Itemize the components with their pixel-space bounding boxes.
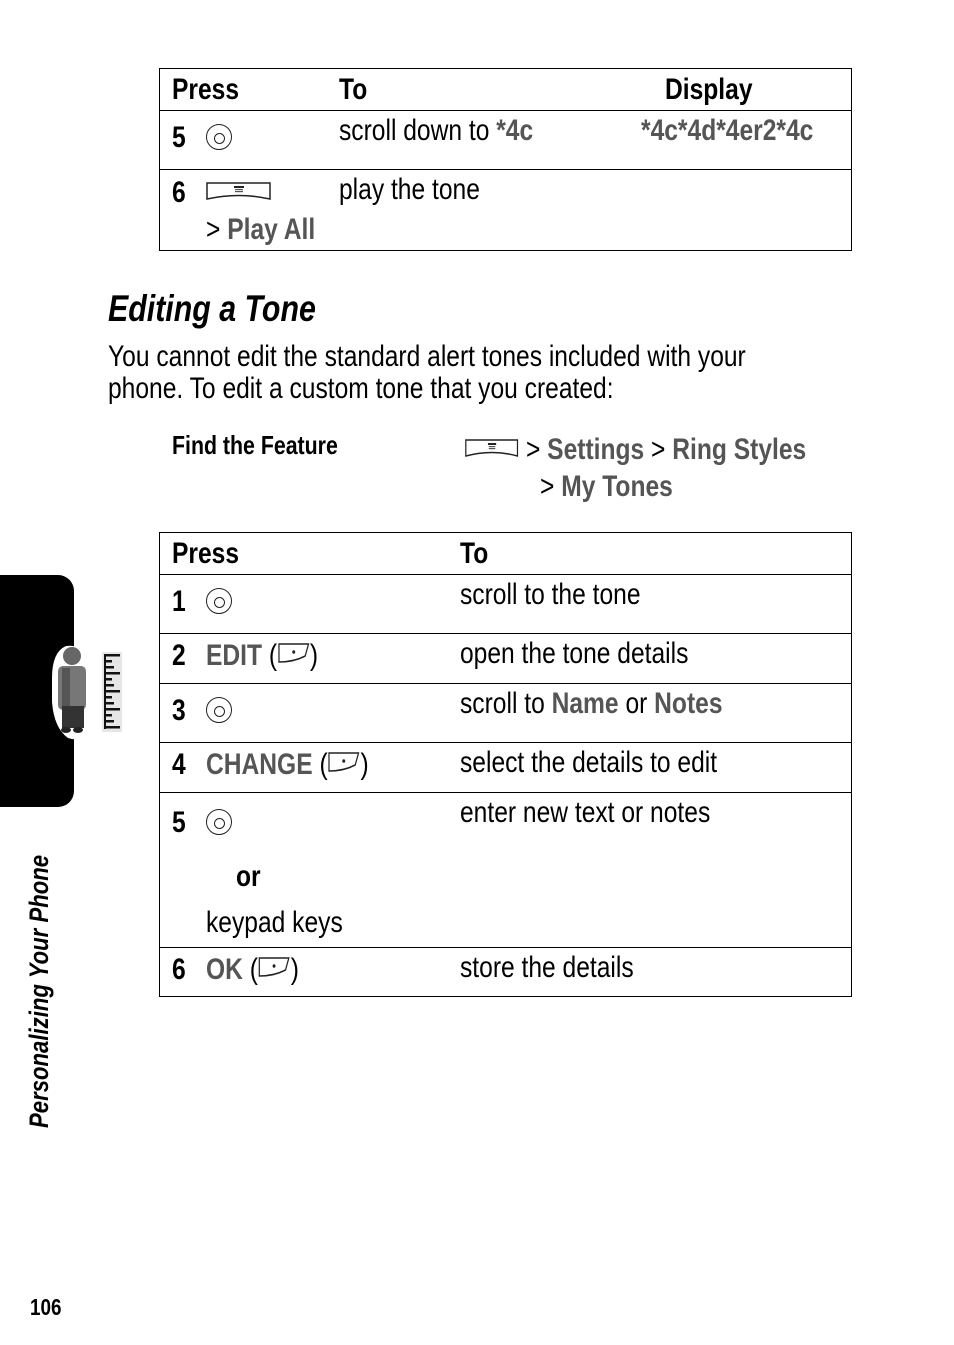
path-separator: > [644,433,673,466]
steps-table-continued: Press To Display 5 scroll down to *4c *4… [159,68,852,251]
nav-key-icon [205,697,232,724]
path-item-settings: Settings [547,433,645,466]
step-action: store the details [459,951,634,984]
step-action: select the details to edit [459,746,717,779]
soft-key-icon [277,640,310,674]
step-action-or: or [618,687,654,720]
intro-paragraph: You cannot edit the standard alert tones… [108,341,886,405]
section-heading: Editing a Tone [108,288,316,329]
header-display: Display [664,73,753,106]
nav-key-icon [205,124,232,151]
chapter-title: Personalizing Your Phone [24,854,54,1128]
path-separator: > [205,213,227,247]
header-press: Press [172,537,240,570]
path-item-ring-styles: Ring Styles [672,433,807,466]
step-number: 1 [172,585,186,618]
keypad-keys-label: keypad keys [205,906,343,939]
step-action: enter new text or notes [459,796,710,829]
table-row: 6 OK () store the details [159,947,852,997]
steps-table: Press To 1 scroll to the tone 2 EDIT () … [159,532,852,997]
step-action: scroll to the tone [459,578,641,611]
path-separator: > [540,470,562,504]
path-item-my-tones: My Tones [561,470,673,504]
or-label: or [235,860,261,893]
find-feature-label: Find the Feature [172,430,338,460]
softkey-label-edit: EDIT [205,639,262,672]
table-header-row: Press To Display [160,69,852,111]
step-number: 4 [172,748,186,781]
find-feature-path: > Settings > Ring Styles > My Tones [465,432,881,505]
table-row: 5 or keypad keys enter new text or notes [159,792,852,948]
menu-item-notes: Notes [653,687,723,720]
step-action-highlight: *4c [496,114,533,147]
step-number: 6 [172,953,186,986]
display-value: *4c*4d*4er2*4c [640,114,814,147]
table-row: 1 scroll to the tone [159,574,852,634]
table-row: 6 > Play All play the tone [159,169,852,251]
step-number: 3 [172,694,186,727]
soft-key-icon [327,749,360,783]
table-row: 5 scroll down to *4c *4c*4d*4er2*4c [159,110,852,170]
table-row: 2 EDIT () open the tone details [159,633,852,684]
menu-item-name: Name [551,687,619,720]
menu-item-play-all: Play All [226,213,315,247]
intro-line-1: You cannot edit the standard alert tones… [108,340,746,373]
step-number: 5 [172,806,186,839]
header-press: Press [172,73,240,106]
table-row: 3 scroll to Name or Notes [159,683,852,743]
step-number: 6 [172,176,186,209]
path-separator: > [519,433,548,466]
table-header-row: Press To [160,533,852,575]
step-action: scroll down to [338,114,497,147]
header-to: To [338,73,368,106]
step-action: open the tone details [459,637,688,670]
step-action: scroll to [459,687,552,720]
header-to: To [459,537,488,570]
step-number: 5 [172,121,186,154]
softkey-label-change: CHANGE [205,748,313,781]
step-number: 2 [172,639,186,672]
intro-line-2: phone. To edit a custom tone that you cr… [108,372,614,405]
page-number: 106 [30,1294,62,1320]
personalize-figure-icon [46,638,126,747]
nav-key-icon [205,809,232,836]
nav-key-icon [205,588,232,615]
menu-key-icon [205,177,272,211]
softkey-label-ok: OK [205,953,243,986]
table-row: 4 CHANGE () select the details to edit [159,742,852,793]
soft-key-icon [257,954,290,988]
menu-key-icon [465,433,519,469]
step-action: play the tone [338,173,480,206]
